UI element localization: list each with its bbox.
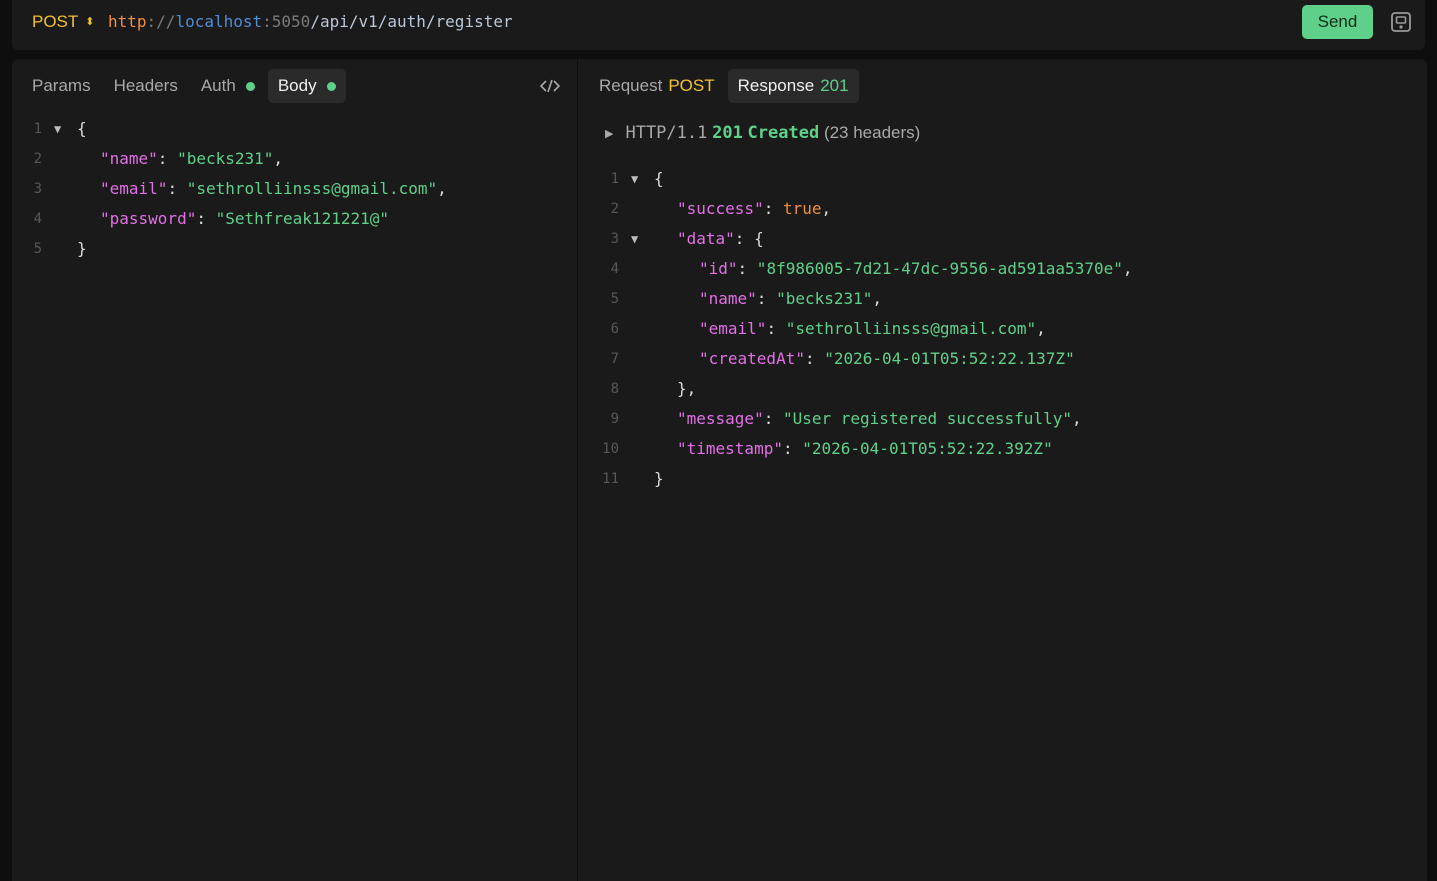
line-number: 1 [610, 171, 619, 187]
body-email-value: sethrolliinsss@gmail.com [196, 179, 428, 198]
line-number: 8 [610, 381, 619, 397]
tab-request[interactable]: Request POST [589, 69, 725, 103]
line-number: 5 [610, 291, 619, 307]
line-number: 4 [610, 261, 619, 277]
status-protocol: HTTP/1.1 [625, 123, 708, 143]
send-button[interactable]: Send [1302, 5, 1373, 39]
url-scheme: http [108, 12, 147, 31]
line-number: 6 [610, 321, 619, 337]
tab-response[interactable]: Response 201 [727, 69, 859, 103]
tab-headers[interactable]: Headers [104, 69, 188, 103]
code-line: "timestamp": "2026-04-01T05:52:22.392Z" [677, 439, 1053, 458]
code-line: "password": "Sethfreak121221@" [100, 209, 389, 228]
code-line: "name": "becks231", [100, 149, 284, 168]
code-view-icon[interactable] [539, 78, 561, 94]
save-icon[interactable] [1389, 10, 1413, 34]
sort-arrows-icon: ⬍ [85, 15, 95, 28]
code-line: "id": "8f986005-7d21-47dc-9556-ad591aa53… [699, 259, 1133, 278]
code-line: "email": "sethrolliinsss@gmail.com", [699, 319, 1046, 338]
name-value: becks231 [785, 289, 863, 308]
message-value: User registered successfully [792, 409, 1063, 428]
response-status-badge: 201 [820, 76, 849, 95]
tab-label: Headers [113, 76, 178, 95]
url-host: localhost [175, 12, 263, 31]
line-number: 7 [610, 351, 619, 367]
url-separator: :// [146, 12, 176, 31]
tab-label: Params [32, 76, 91, 95]
code-line: "email": "sethrolliinsss@gmail.com", [100, 179, 447, 198]
line-number: 9 [610, 411, 619, 427]
line-number: 2 [610, 201, 619, 217]
code-line: } [654, 469, 664, 488]
body-editor[interactable]: 1 ▼ { 2 "name": "becks231", 3 "email": "… [12, 114, 577, 274]
status-code: 201 [712, 123, 743, 143]
tab-label: Body [277, 76, 317, 95]
code-line: { [77, 119, 87, 138]
tab-auth[interactable]: Auth [191, 69, 265, 103]
response-body: 1 ▼ { 2 "success": true, 3 ▼ "data": { 4… [578, 164, 1427, 504]
body-password-value: Sethfreak121221@ [225, 209, 380, 228]
status-text: Created [747, 123, 820, 143]
fold-arrow-icon[interactable]: ▼ [631, 164, 638, 194]
body-status-dot [326, 81, 336, 91]
timestamp-value: 2026-04-01T05:52:22.392Z [811, 439, 1044, 458]
line-number: 5 [33, 241, 42, 257]
code-line: "data": { [677, 229, 764, 248]
tab-label: Response [737, 76, 815, 95]
line-number: 1 [33, 121, 42, 137]
response-panel: Request POST Response 201 ▶ HTTP/1.1 201 C… [578, 59, 1427, 881]
created-at-value: 2026-04-01T05:52:22.137Z [833, 349, 1066, 368]
headers-count: (23 headers) [823, 123, 921, 142]
line-number: 3 [610, 231, 619, 247]
tab-params[interactable]: Params [22, 69, 101, 103]
expand-arrow-icon[interactable]: ▶ [605, 127, 613, 140]
code-line: "message": "User registered successfully… [677, 409, 1082, 428]
line-number: 4 [33, 211, 42, 227]
code-line: }, [677, 379, 697, 398]
code-line: } [77, 239, 87, 258]
response-tabs: Request POST Response 201 [589, 69, 862, 103]
url-port: :5050 [262, 12, 311, 31]
code-line: "name": "becks231", [699, 289, 883, 308]
line-number: 3 [33, 181, 42, 197]
body-name-value: becks231 [186, 149, 264, 168]
url-path: /api/v1/auth/register [310, 12, 513, 31]
request-method-badge: POST [668, 76, 715, 95]
success-value: true [782, 199, 822, 218]
status-line[interactable]: ▶ HTTP/1.1 201 Created (23 headers) [605, 121, 920, 145]
code-line: "createdAt": "2026-04-01T05:52:22.137Z" [699, 349, 1075, 368]
method-label: POST [32, 12, 79, 31]
tab-label: Request [599, 76, 663, 95]
email-value: sethrolliinsss@gmail.com [795, 319, 1027, 338]
request-panel: Params Headers Auth Body 1 ▼ { 2 "name":… [12, 59, 577, 881]
url-input[interactable]: http://localhost:5050/api/v1/auth/regist… [108, 12, 513, 31]
code-line: { [654, 169, 664, 188]
fold-arrow-icon[interactable]: ▼ [54, 114, 61, 144]
code-line: "success": true, [677, 199, 832, 218]
tab-body[interactable]: Body [267, 69, 346, 103]
request-tabs: Params Headers Auth Body [22, 69, 349, 103]
id-value: 8f986005-7d21-47dc-9556-ad591aa5370e [766, 259, 1114, 278]
auth-status-dot [245, 81, 255, 91]
request-bar: POST ⬍ http://localhost:5050/api/v1/auth… [12, 0, 1425, 50]
line-number: 11 [602, 471, 619, 487]
fold-arrow-icon[interactable]: ▼ [631, 224, 638, 254]
line-number: 10 [602, 441, 619, 457]
line-number: 2 [33, 151, 42, 167]
tab-label: Auth [200, 76, 236, 95]
method-select[interactable]: POST ⬍ [32, 12, 95, 32]
